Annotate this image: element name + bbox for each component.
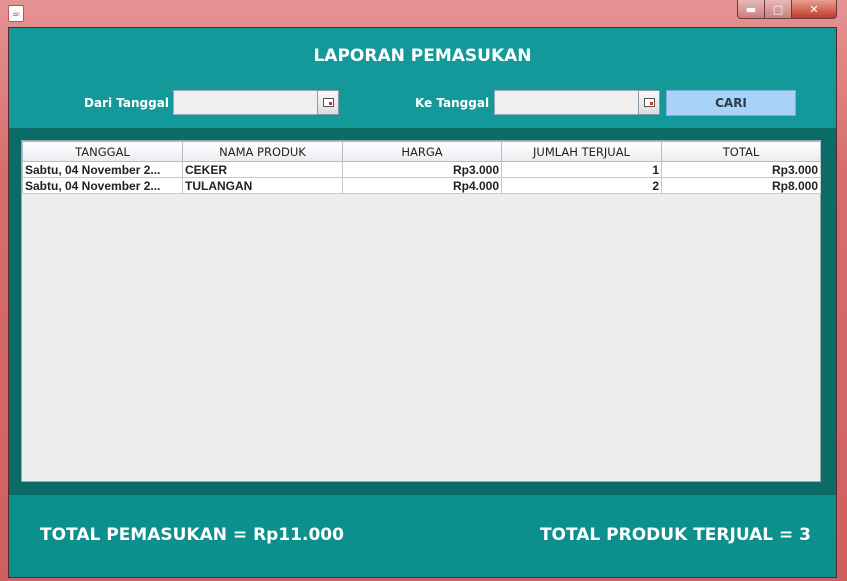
close-icon: ✕ <box>809 2 819 16</box>
table-row[interactable]: Sabtu, 04 November 2... CEKER Rp3.000 1 … <box>22 161 821 178</box>
java-app-icon: ☕ <box>8 5 24 22</box>
cell-harga[interactable]: Rp3.000 <box>342 161 502 178</box>
to-date-picker-button[interactable] <box>638 90 660 115</box>
column-header-nama-produk[interactable]: NAMA PRODUK <box>182 141 343 162</box>
summary-panel: TOTAL PEMASUKAN = Rp11.000 TOTAL PRODUK … <box>9 495 836 577</box>
cell-nama-produk[interactable]: TULANGAN <box>182 177 343 194</box>
window-frame: ☕ ▬ □ ✕ LAPORAN PEMASUKAN Dari Tanggal K… <box>0 0 847 581</box>
cell-jumlah-terjual[interactable]: 1 <box>501 161 662 178</box>
header-panel: LAPORAN PEMASUKAN Dari Tanggal Ke Tangga… <box>9 28 836 128</box>
page-title: LAPORAN PEMASUKAN <box>313 46 532 66</box>
to-date-input[interactable] <box>494 90 639 115</box>
main-content: LAPORAN PEMASUKAN Dari Tanggal Ke Tangga… <box>8 27 837 578</box>
cell-tanggal[interactable]: Sabtu, 04 November 2... <box>22 177 183 194</box>
income-table: TANGGAL NAMA PRODUK HARGA JUMLAH TERJUAL… <box>22 141 821 194</box>
search-button[interactable]: CARI <box>666 90 796 116</box>
column-header-tanggal[interactable]: TANGGAL <box>22 141 183 162</box>
maximize-icon: □ <box>772 2 784 16</box>
total-sold-label: TOTAL PRODUK TERJUAL = 3 <box>539 525 811 545</box>
cell-tanggal[interactable]: Sabtu, 04 November 2... <box>22 161 183 178</box>
cell-harga[interactable]: Rp4.000 <box>342 177 502 194</box>
maximize-button[interactable]: □ <box>765 0 792 19</box>
title-bar[interactable]: ☕ ▬ □ ✕ <box>0 0 847 26</box>
from-date-picker-button[interactable] <box>317 90 339 115</box>
income-table-scrollpane[interactable]: TANGGAL NAMA PRODUK HARGA JUMLAH TERJUAL… <box>21 140 821 482</box>
table-header-row: TANGGAL NAMA PRODUK HARGA JUMLAH TERJUAL… <box>22 141 821 162</box>
close-button[interactable]: ✕ <box>792 0 837 19</box>
window-controls: ▬ □ ✕ <box>737 0 837 19</box>
minimize-button[interactable]: ▬ <box>737 0 765 19</box>
from-date-label: Dari Tanggal <box>84 96 169 110</box>
cell-total[interactable]: Rp8.000 <box>661 177 821 194</box>
total-income-label: TOTAL PEMASUKAN = Rp11.000 <box>40 525 344 545</box>
table-panel: TANGGAL NAMA PRODUK HARGA JUMLAH TERJUAL… <box>9 128 836 495</box>
calendar-icon <box>322 98 334 107</box>
column-header-jumlah-terjual[interactable]: JUMLAH TERJUAL <box>501 141 662 162</box>
to-date-label: Ke Tanggal <box>415 96 490 110</box>
table-row[interactable]: Sabtu, 04 November 2... TULANGAN Rp4.000… <box>22 177 821 194</box>
from-date-input[interactable] <box>173 90 318 115</box>
column-header-total[interactable]: TOTAL <box>661 141 821 162</box>
cell-total[interactable]: Rp3.000 <box>661 161 821 178</box>
column-header-harga[interactable]: HARGA <box>342 141 502 162</box>
cell-jumlah-terjual[interactable]: 2 <box>501 177 662 194</box>
cell-nama-produk[interactable]: CEKER <box>182 161 343 178</box>
calendar-icon <box>643 98 655 107</box>
minimize-icon: ▬ <box>745 2 757 16</box>
